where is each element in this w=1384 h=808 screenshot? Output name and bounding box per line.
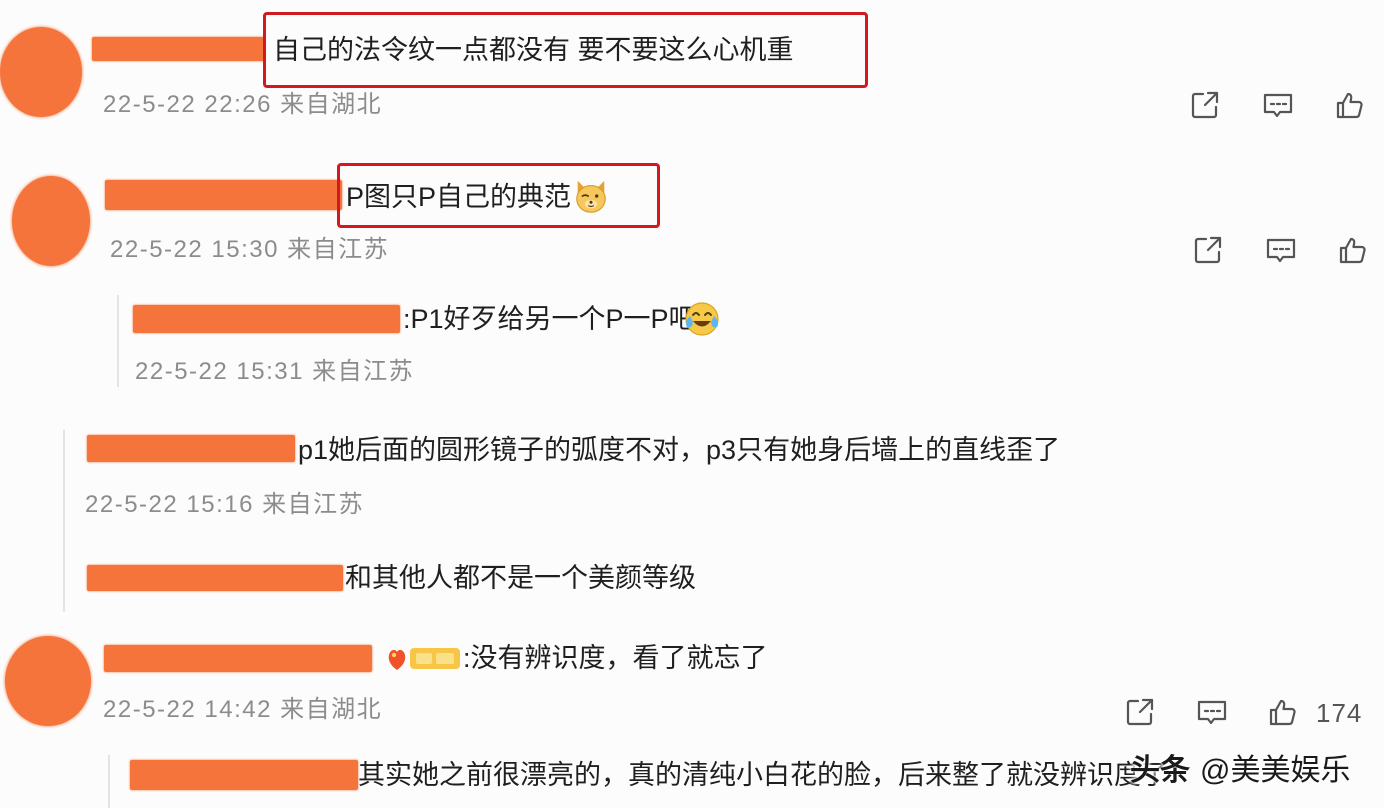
comment-text: 自己的法令纹一点都没有 要不要这么心机重: [273, 32, 794, 68]
username-redacted[interactable]: [87, 435, 295, 462]
comment-meta: 22-5-22 15:30 来自江苏: [110, 235, 389, 265]
comment-time: 22-5-22 14:42: [103, 696, 272, 723]
reply-meta: 22-5-22 15:31 来自江苏: [135, 357, 414, 387]
reply-text: :P1好歹给另一个P一P吧: [403, 299, 722, 339]
username-redacted[interactable]: [133, 305, 400, 333]
reply-text-content: :P1好歹给另一个P一P吧: [403, 304, 696, 334]
comment-source: 来自江苏: [287, 236, 390, 263]
reply-text: 其实她之前很漂亮的，真的清纯小白花的脸，后来整了就没辨识度了: [358, 757, 1168, 793]
username-redacted[interactable]: [92, 37, 264, 61]
share-icon[interactable]: [1189, 89, 1221, 121]
reply-text-content: 其实她之前很漂亮的，真的清纯小白花的脸，后来整了就没辨识度了: [358, 760, 1168, 790]
comment-icon[interactable]: [1265, 234, 1297, 266]
reply-thread-line: [63, 430, 65, 612]
share-icon[interactable]: [1192, 234, 1224, 266]
avatar[interactable]: [12, 176, 90, 266]
comment-meta: 22-5-22 14:42 来自湖北: [103, 695, 382, 725]
laugh-cry-emoji: [682, 299, 722, 339]
reply-meta: 22-5-22 15:16 来自江苏: [85, 490, 364, 520]
reply-time: 22-5-22 15:31: [135, 358, 304, 385]
share-icon[interactable]: [1124, 696, 1156, 728]
comment-source: 来自湖北: [280, 696, 383, 723]
username-redacted[interactable]: [105, 180, 342, 210]
like-count: 174: [1316, 698, 1363, 728]
reply-text-content: p1她后面的圆形镜子的弧度不对，p3只有她身后墙上的直线歪了: [298, 435, 1061, 465]
fan-badge[interactable]: [386, 643, 462, 673]
comment-text: :没有辨识度，看了就忘了: [463, 640, 768, 676]
avatar[interactable]: [0, 27, 82, 117]
comment-icon[interactable]: [1196, 696, 1228, 728]
like-icon[interactable]: [1267, 696, 1299, 728]
like-icon[interactable]: [1337, 234, 1369, 266]
watermark: 头条 @美美娱乐: [1130, 752, 1350, 790]
reply-thread-line: [117, 295, 119, 387]
reply-thread-line: [108, 755, 110, 808]
reply-source: 来自江苏: [312, 358, 415, 385]
like-icon[interactable]: [1334, 89, 1366, 121]
comment-text-content: P图只P自己的典范: [346, 182, 572, 212]
reply-source: 来自江苏: [262, 491, 365, 518]
username-redacted[interactable]: [104, 645, 372, 672]
comment-meta: 22-5-22 22:26 来自湖北: [103, 90, 382, 120]
comment-text-content: :没有辨识度，看了就忘了: [463, 643, 768, 673]
comment-time: 22-5-22 15:30: [110, 236, 279, 263]
reply-text: p1她后面的圆形镜子的弧度不对，p3只有她身后墙上的直线歪了: [298, 432, 1060, 468]
watermark-platform: 头条: [1130, 754, 1190, 787]
doge-emoji: [572, 178, 610, 216]
username-redacted[interactable]: [130, 760, 358, 790]
comment-text: P图只P自己的典范: [346, 178, 610, 216]
comment-source: 来自湖北: [280, 91, 383, 118]
username-redacted[interactable]: [87, 565, 343, 591]
watermark-account: @美美娱乐: [1200, 754, 1351, 787]
avatar[interactable]: [5, 636, 91, 726]
reply-time: 22-5-22 15:16: [85, 491, 254, 518]
reply-text-content: 和其他人都不是一个美颜等级: [345, 563, 696, 593]
comment-icon[interactable]: [1262, 89, 1294, 121]
comment-text-content: 自己的法令纹一点都没有 要不要这么心机重: [273, 35, 794, 65]
reply-text: 和其他人都不是一个美颜等级: [345, 560, 696, 596]
comment-time: 22-5-22 22:26: [103, 91, 272, 118]
